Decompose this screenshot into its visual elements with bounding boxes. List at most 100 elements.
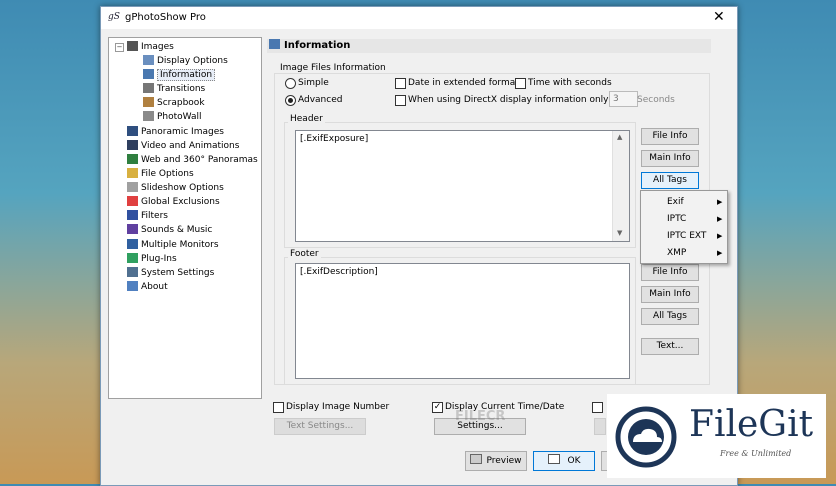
- simple-radio[interactable]: [285, 78, 296, 89]
- tree-item-scrapbook[interactable]: Scrapbook: [143, 96, 205, 110]
- footer-textarea[interactable]: [.ExifDescription]: [295, 263, 630, 379]
- logo-tagline: Free & Unlimited: [720, 449, 792, 458]
- title-bar: gS gPhotoShow Pro ✕: [101, 7, 737, 29]
- tree-item-label: Information: [157, 69, 216, 81]
- preview-icon: [470, 454, 483, 464]
- about-icon: [127, 281, 138, 291]
- footer-text: [.ExifDescription]: [300, 267, 378, 277]
- tree-item-label: Global Exclusions: [141, 197, 220, 207]
- tree-item-photowall[interactable]: PhotoWall: [143, 110, 202, 124]
- tree-item-label: Transitions: [157, 84, 206, 94]
- scroll-down-icon[interactable]: ▼: [617, 229, 622, 237]
- date-extended-label: Date in extended format: [408, 78, 519, 88]
- panel-title: Information: [284, 40, 351, 51]
- text-settings-button[interactable]: Text Settings...: [274, 418, 366, 435]
- watermark-text: FILECR: [455, 409, 506, 424]
- tree-item-transitions[interactable]: Transitions: [143, 82, 205, 96]
- tree-item-label: Sounds & Music: [141, 225, 213, 235]
- footer-file-info-button[interactable]: File Info: [641, 264, 699, 281]
- all-tags-menu: Exif ▶ IPTC ▶ IPTC EXT ▶ XMP ▶: [640, 190, 728, 264]
- tree-item-video-and-animations[interactable]: Video and Animations: [127, 139, 239, 153]
- preview-button[interactable]: Preview: [465, 451, 527, 471]
- simple-label: Simple: [298, 78, 329, 88]
- close-icon[interactable]: ✕: [713, 9, 725, 25]
- tree-item-web-and-360-panoramas[interactable]: Web and 360° Panoramas: [127, 153, 258, 167]
- header-all-tags-button[interactable]: All Tags: [641, 172, 699, 189]
- settings-tree: Images − Display Options Information Transit…: [108, 37, 262, 399]
- submenu-arrow-icon: ▶: [717, 215, 723, 223]
- display-current-time-checkbox[interactable]: ✓: [432, 402, 443, 413]
- tree-item-images[interactable]: Images: [127, 40, 174, 54]
- tree-item-display-options[interactable]: Display Options: [143, 54, 228, 68]
- ok-icon: [547, 454, 560, 464]
- panel-header: Information: [267, 39, 711, 53]
- tree-item-information[interactable]: Information: [143, 68, 216, 82]
- tree-item-file-options[interactable]: File Options: [127, 167, 194, 181]
- logo-name: FileGit: [689, 404, 814, 445]
- app-icon: gS: [108, 12, 120, 22]
- footer-main-info-button[interactable]: Main Info: [641, 286, 699, 303]
- tree-item-label: Video and Animations: [141, 141, 240, 151]
- tree-item-label: Images: [141, 42, 174, 52]
- collapse-icon[interactable]: −: [115, 43, 124, 52]
- scrapbook-icon: [143, 97, 154, 107]
- menu-item-iptc[interactable]: IPTC ▶: [641, 211, 727, 227]
- date-extended-checkbox[interactable]: [395, 78, 406, 89]
- transitions-icon: [143, 83, 154, 93]
- tree-item-label: System Settings: [141, 268, 215, 278]
- filters-icon: [127, 210, 138, 220]
- music-icon: [127, 224, 138, 234]
- tree-item-filters[interactable]: Filters: [127, 209, 168, 223]
- display-image-number-checkbox[interactable]: [273, 402, 284, 413]
- footer-text-button[interactable]: Text...: [641, 338, 699, 355]
- filegit-logo-icon: [615, 406, 677, 468]
- directx-label: When using DirectX display information o…: [408, 95, 630, 105]
- advanced-radio[interactable]: [285, 95, 296, 106]
- header-main-info-button[interactable]: Main Info: [641, 150, 699, 167]
- header-file-info-button[interactable]: File Info: [641, 128, 699, 145]
- tree-item-plug-ins[interactable]: Plug-Ins: [127, 252, 177, 266]
- exclusions-icon: [127, 196, 138, 206]
- tree-item-label: Display Options: [157, 56, 228, 66]
- tree-item-multiple-monitors[interactable]: Multiple Monitors: [127, 238, 219, 252]
- photowall-icon: [143, 111, 154, 121]
- plugins-icon: [127, 253, 138, 263]
- tree-item-panoramic-images[interactable]: Panoramic Images: [127, 125, 224, 139]
- slideshow-options-icon: [127, 182, 138, 192]
- header-label: Header: [288, 114, 325, 124]
- tree-item-about[interactable]: About: [127, 280, 168, 294]
- time-seconds-checkbox[interactable]: [515, 78, 526, 89]
- tree-item-sounds-music[interactable]: Sounds & Music: [127, 223, 212, 237]
- tree-item-system-settings[interactable]: System Settings: [127, 266, 214, 280]
- directx-checkbox[interactable]: [395, 95, 406, 106]
- window-title: gPhotoShow Pro: [125, 12, 206, 23]
- time-seconds-label: Time with seconds: [528, 78, 612, 88]
- ok-button[interactable]: OK: [533, 451, 595, 471]
- footer-label: Footer: [288, 249, 321, 259]
- tree-item-slideshow-options[interactable]: Slideshow Options: [127, 181, 224, 195]
- submenu-arrow-icon: ▶: [717, 198, 723, 206]
- tree-item-label: Web and 360° Panoramas: [141, 155, 258, 165]
- tree-item-label: Slideshow Options: [141, 183, 224, 193]
- seconds-label: Seconds: [637, 95, 675, 105]
- images-icon: [127, 41, 138, 51]
- filegit-logo: FileGit Free & Unlimited: [607, 394, 826, 478]
- third-option-checkbox[interactable]: [592, 402, 603, 413]
- menu-item-exif[interactable]: Exif ▶: [641, 194, 727, 210]
- tree-item-label: Multiple Monitors: [141, 240, 219, 250]
- menu-item-xmp[interactable]: XMP ▶: [641, 245, 727, 261]
- header-scrollbar[interactable]: ▲ ▼: [612, 131, 629, 241]
- scroll-up-icon[interactable]: ▲: [617, 133, 622, 141]
- tree-item-label: Filters: [141, 211, 168, 221]
- footer-all-tags-button[interactable]: All Tags: [641, 308, 699, 325]
- globe-icon: [127, 154, 138, 164]
- tree-item-global-exclusions[interactable]: Global Exclusions: [127, 195, 220, 209]
- information-icon: [143, 69, 154, 79]
- third-settings-button[interactable]: [594, 418, 606, 435]
- menu-item-iptc-ext[interactable]: IPTC EXT ▶: [641, 228, 727, 244]
- header-textarea[interactable]: [.ExifExposure] ▲ ▼: [295, 130, 630, 242]
- seconds-input[interactable]: 3: [609, 91, 638, 107]
- tree-item-label: Scrapbook: [157, 98, 205, 108]
- submenu-arrow-icon: ▶: [717, 232, 723, 240]
- video-icon: [127, 140, 138, 150]
